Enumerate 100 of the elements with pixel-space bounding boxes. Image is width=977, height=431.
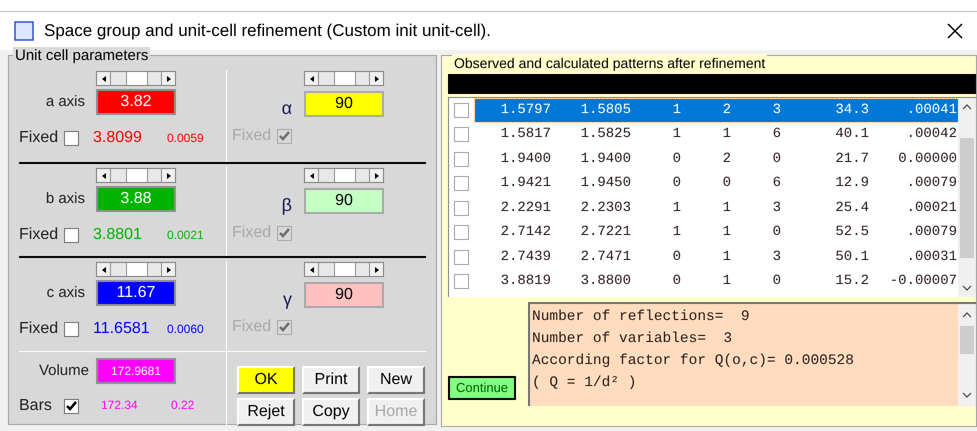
right-arrow-icon[interactable] — [166, 266, 170, 272]
scroll-up-icon[interactable] — [962, 104, 972, 110]
checkbox[interactable] — [454, 127, 469, 142]
table-row[interactable]: 2.2291 2.2303 1 1 3 25.4 .00021 — [475, 196, 958, 220]
checkbox-label: Fixed — [19, 319, 60, 339]
table-cell-text: 3 — [772, 248, 781, 267]
checkbox[interactable] — [64, 130, 79, 146]
spin-slider[interactable] — [96, 71, 176, 86]
table-cell-text: 0 — [722, 174, 731, 194]
table-cell-text: 0 — [672, 174, 681, 194]
table-cell-text: 1.5805 — [580, 100, 631, 120]
checkbox[interactable] — [454, 225, 469, 240]
checkbox[interactable] — [454, 250, 469, 265]
table-cell-text: 12.9 — [834, 174, 869, 194]
table-cell-text: 3.8800 — [580, 272, 631, 292]
table-cell-text: 1.9421 — [500, 174, 551, 194]
left-arrow-icon[interactable] — [102, 76, 106, 82]
checkbox[interactable] — [454, 200, 469, 216]
right-arrow-icon[interactable] — [374, 266, 378, 272]
table-cell-text: 2.2291 — [500, 198, 551, 218]
table-cell-text: 1 — [672, 223, 681, 242]
table-cell-text: 1 — [722, 223, 731, 242]
table-row[interactable]: 1.5797 1.5805 1 2 3 34.3 .00041 — [475, 98, 958, 122]
left-arrow-icon[interactable] — [310, 172, 314, 178]
table-cell-text: 2.2303 — [580, 198, 631, 218]
spin-slider[interactable] — [304, 71, 384, 86]
field-label: Volume — [38, 360, 89, 381]
group-title: Unit cell parameters — [13, 47, 150, 65]
spin-slider[interactable] — [304, 168, 384, 183]
checkbox[interactable] — [454, 176, 469, 192]
table-cell-text: 2.7471 — [580, 248, 631, 267]
table-cell-text: 0 — [672, 248, 681, 267]
left-arrow-icon[interactable] — [310, 266, 314, 272]
table-cell-text: 2.7221 — [580, 223, 631, 242]
value-field[interactable]: 3.82 — [96, 89, 176, 115]
checkbox[interactable] — [454, 102, 469, 118]
scroll-down-icon[interactable] — [962, 285, 972, 291]
spin-slider[interactable] — [96, 262, 176, 277]
table-row[interactable]: 1.9421 1.9450 0 0 6 12.9 .00079 — [475, 172, 958, 196]
button[interactable]: New — [367, 366, 425, 394]
scrollbar[interactable] — [958, 98, 976, 297]
angle-symbol: β — [280, 194, 292, 217]
table-cell-text: 2 — [722, 100, 731, 120]
slider-thumb[interactable] — [126, 263, 148, 276]
table-cell-text: 0 — [772, 150, 781, 169]
esd-value: 0.0060 — [167, 321, 204, 338]
angle-symbol: α — [280, 96, 292, 120]
right-arrow-icon[interactable] — [374, 76, 378, 82]
checkbox[interactable] — [454, 152, 469, 167]
right-arrow-icon[interactable] — [166, 76, 170, 82]
result-line: Number of reflections= 9 — [532, 308, 751, 327]
right-arrow-icon[interactable] — [374, 172, 378, 178]
spin-slider[interactable] — [304, 262, 384, 277]
table-cell-text: 1.5825 — [580, 125, 631, 144]
table-row[interactable]: 2.7142 2.7221 1 1 0 52.5 .00079 — [475, 221, 958, 244]
value-field[interactable]: 11.67 — [96, 280, 176, 306]
table-row[interactable]: 2.7439 2.7471 0 1 3 50.1 .00031 — [475, 246, 958, 269]
table-row[interactable]: 1.9400 1.9400 0 2 0 21.7 0.00000 — [475, 148, 958, 171]
right-arrow-icon[interactable] — [166, 172, 170, 178]
table-cell-text: 1 — [722, 248, 731, 267]
table-cell-text: 6 — [772, 174, 781, 194]
spin-slider[interactable] — [96, 168, 176, 183]
button[interactable]: OK — [237, 366, 295, 394]
table-cell-text: 25.4 — [834, 198, 869, 218]
table-row[interactable]: 3.8819 3.8800 0 1 0 15.2 -0.00007 — [475, 270, 958, 294]
esd-value: 0.0021 — [167, 227, 204, 244]
left-arrow-icon[interactable] — [310, 76, 314, 82]
slider-thumb[interactable] — [126, 72, 148, 85]
scrollbar[interactable] — [958, 304, 976, 406]
close-icon[interactable] — [947, 23, 963, 39]
table-cell-text: 1.5797 — [500, 100, 551, 120]
continue-button[interactable]: Continue — [448, 376, 516, 400]
scroll-up-icon[interactable] — [962, 312, 972, 318]
scrollbar-thumb[interactable] — [960, 326, 974, 354]
checkbox[interactable] — [64, 398, 79, 414]
table-cell-text: 3.8819 — [500, 272, 551, 292]
checkbox[interactable] — [64, 322, 79, 336]
slider-thumb[interactable] — [126, 169, 148, 182]
table-cell-text: 6 — [772, 125, 781, 144]
checkbox-label: Fixed — [19, 128, 60, 148]
table-cell-text: .00041 — [906, 100, 957, 120]
table-cell-text: 15.2 — [834, 272, 869, 292]
axis-label: a axis — [44, 92, 85, 112]
left-arrow-icon[interactable] — [102, 266, 106, 272]
button[interactable]: Copy — [302, 398, 360, 426]
table-cell-text: 40.1 — [834, 125, 869, 144]
table-row[interactable]: 1.5817 1.5825 1 1 6 40.1 .00042 — [475, 123, 958, 146]
scroll-down-icon[interactable] — [962, 392, 972, 398]
button[interactable]: Rejet — [237, 398, 295, 426]
left-arrow-icon[interactable] — [102, 172, 106, 178]
table-cell-text: 1.9450 — [580, 174, 631, 194]
button[interactable]: Print — [302, 366, 360, 394]
table-cell-text: 1.5817 — [500, 125, 551, 144]
axis-label: c axis — [46, 282, 85, 303]
checkbox[interactable] — [454, 274, 469, 290]
scrollbar-thumb[interactable] — [960, 138, 974, 258]
checkbox[interactable] — [64, 228, 79, 242]
table-cell-text: .00021 — [906, 198, 957, 218]
table-cell-text: .00031 — [906, 248, 957, 267]
table-cell-text: 1 — [672, 100, 681, 120]
